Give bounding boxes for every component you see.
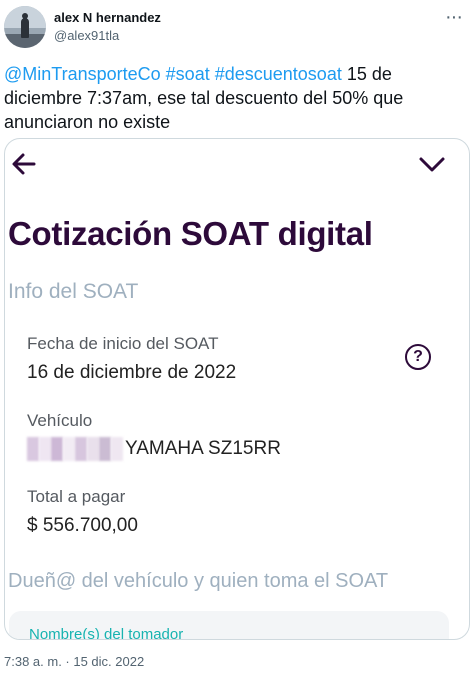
vehicle-label: Vehículo: [27, 411, 93, 430]
start-date-label: Fecha de inicio del SOAT: [27, 334, 219, 353]
hashtag-soat[interactable]: #soat: [166, 64, 210, 84]
tomador-label: Nombre(s) del tomador: [29, 626, 184, 640]
hashtag-descuentosoat[interactable]: #descuentosoat: [215, 64, 342, 84]
tweet-header: alex N hernandez @alex91tla ···: [4, 2, 470, 52]
quote-title: Cotización SOAT digital: [8, 215, 373, 252]
section-info-soat: Info del SOAT: [8, 280, 139, 303]
vehicle-value: YAMAHA SZ15RR: [125, 438, 281, 459]
chevron-down-icon: [419, 157, 445, 172]
total-label: Total a pagar: [27, 487, 126, 506]
arrow-left-icon: [12, 153, 36, 175]
media-screenshot[interactable]: Cotización SOAT digital Info del SOAT Fe…: [4, 138, 470, 640]
mention-link[interactable]: @MinTransporteCo: [4, 64, 161, 84]
blurred-plate: [27, 437, 123, 461]
author-name[interactable]: alex N hernandez: [54, 10, 161, 25]
tweet-timestamp[interactable]: 7:38 a. m. · 15 dic. 2022: [4, 654, 144, 669]
avatar[interactable]: [4, 6, 46, 48]
author-handle[interactable]: @alex91tla: [54, 28, 119, 43]
total-value: $ 556.700,00: [27, 515, 138, 536]
start-date-value: 16 de diciembre de 2022: [27, 362, 237, 383]
section-owner: Dueñ@ del vehículo y quien toma el SOAT: [8, 570, 389, 592]
tweet-text: @MinTransporteCo #soat #descuentosoat 15…: [4, 62, 468, 134]
more-dots-icon[interactable]: ···: [445, 6, 463, 29]
question-circle-icon[interactable]: ?: [405, 344, 431, 370]
